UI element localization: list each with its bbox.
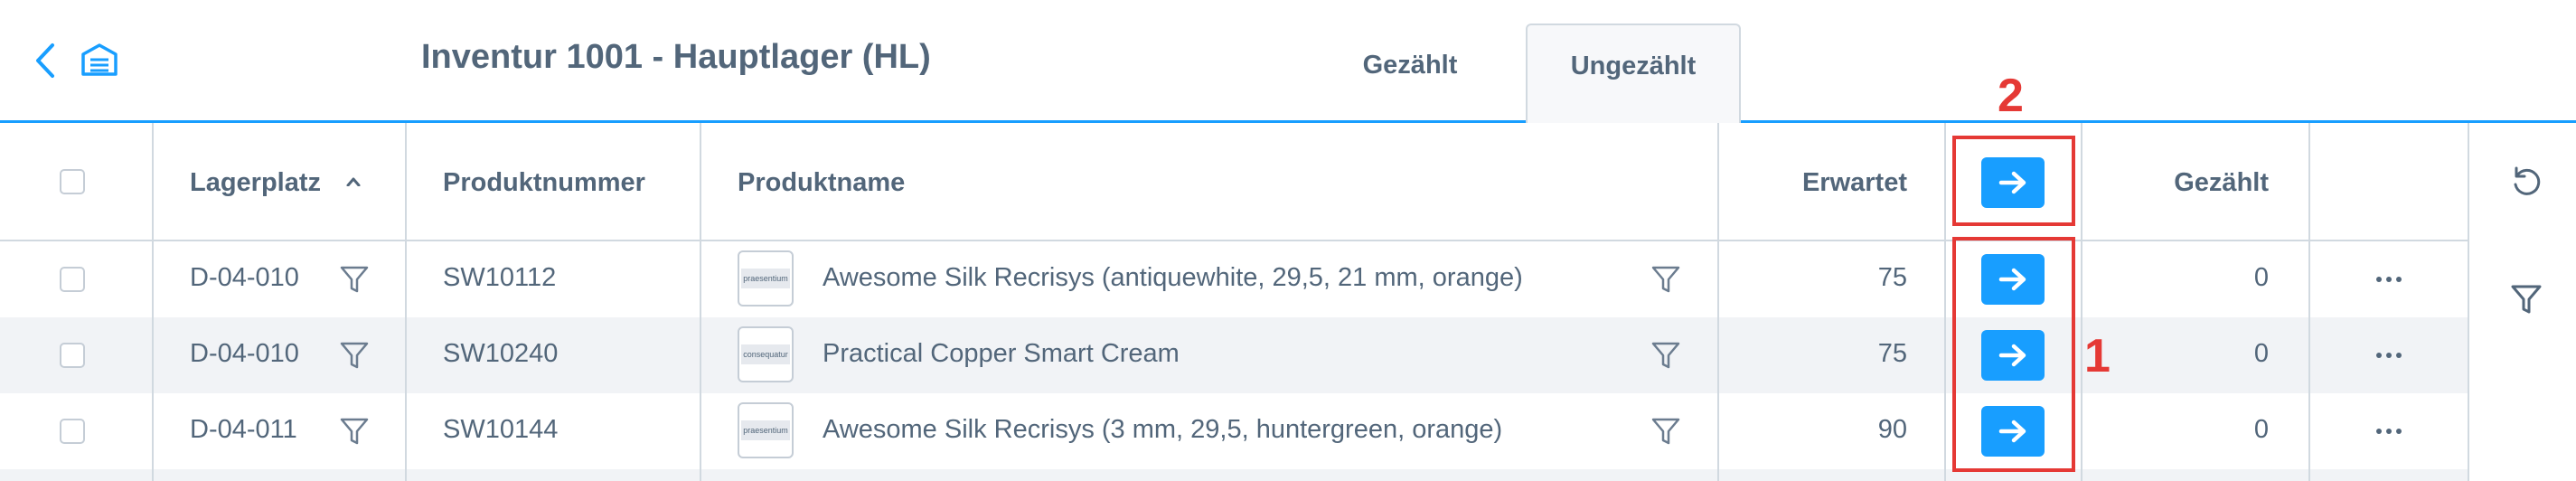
side-actions	[2468, 123, 2576, 481]
page-title: Inventur 1001 - Hauptlager (HL)	[421, 38, 931, 76]
tab-gezaehlt[interactable]: Gezählt	[1320, 24, 1500, 125]
column-divider	[2308, 123, 2310, 481]
column-divider	[2081, 123, 2082, 481]
table-row[interactable]: D-04-011 SW10144 praesentium Awesome Sil…	[0, 393, 2468, 469]
product-thumbnail: consequatur	[738, 326, 794, 382]
counted-cell: 0	[2253, 415, 2269, 444]
more-icon[interactable]	[2375, 352, 2402, 359]
product-number-cell: SW10112	[443, 263, 557, 292]
row-checkbox[interactable]	[60, 267, 85, 292]
warehouse-icon	[81, 43, 118, 76]
filter-icon[interactable]	[1650, 264, 1681, 295]
filter-icon[interactable]	[2509, 282, 2543, 316]
product-thumbnail: praesentium	[738, 250, 794, 307]
annotation-box-row-buttons	[1952, 237, 2075, 472]
expected-cell: 75	[1877, 263, 1907, 292]
column-header-location[interactable]: Lagerplatz	[190, 168, 321, 198]
counted-cell: 0	[2253, 339, 2269, 368]
tab-ungezaehlt[interactable]: Ungezählt	[1526, 24, 1741, 125]
product-thumbnail: praesentium	[738, 402, 794, 458]
table-header: Lagerplatz Produktnummer Produktname Erw…	[0, 123, 2468, 241]
column-header-product-number[interactable]: Produktnummer	[443, 168, 645, 198]
expected-cell: 90	[1877, 415, 1907, 444]
more-icon[interactable]	[2375, 428, 2402, 435]
reset-icon[interactable]	[2509, 165, 2543, 199]
column-divider	[405, 123, 407, 481]
table-row	[0, 469, 2468, 481]
row-checkbox[interactable]	[60, 343, 85, 368]
more-icon[interactable]	[2375, 276, 2402, 283]
column-divider	[152, 123, 154, 481]
counted-cell: 0	[2253, 263, 2269, 292]
annotation-label-2: 2	[1998, 70, 2024, 122]
location-cell: D-04-010	[190, 339, 299, 368]
column-header-product-name[interactable]: Produktname	[738, 168, 905, 198]
product-name-cell: Practical Copper Smart Cream	[823, 339, 1180, 368]
column-divider	[1717, 123, 1719, 481]
location-cell: D-04-010	[190, 263, 299, 292]
product-number-cell: SW10144	[443, 415, 559, 444]
location-cell: D-04-011	[190, 415, 297, 444]
chevron-left-icon[interactable]	[27, 38, 63, 83]
filter-icon[interactable]	[339, 264, 370, 295]
filter-icon[interactable]	[339, 340, 370, 371]
sort-ascending-icon[interactable]	[346, 177, 361, 186]
column-divider	[700, 123, 701, 481]
filter-icon[interactable]	[1650, 340, 1681, 371]
column-divider	[1944, 123, 1946, 481]
product-name-cell: Awesome Silk Recrisys (antiquewhite, 29,…	[823, 263, 1523, 292]
product-number-cell: SW10240	[443, 339, 559, 368]
column-header-expected[interactable]: Erwartet	[1717, 168, 1907, 198]
top-bar: Inventur 1001 - Hauptlager (HL) Gezählt …	[0, 0, 2576, 125]
annotation-box-header-button	[1952, 136, 2075, 226]
column-header-counted[interactable]: Gezählt	[2115, 168, 2269, 198]
expected-cell: 75	[1877, 339, 1907, 368]
filter-icon[interactable]	[1650, 416, 1681, 447]
select-all-checkbox[interactable]	[60, 169, 85, 194]
filter-icon[interactable]	[339, 416, 370, 447]
row-checkbox[interactable]	[60, 419, 85, 444]
annotation-label-1: 1	[2084, 330, 2111, 382]
product-name-cell: Awesome Silk Recrisys (3 mm, 29,5, hunte…	[823, 415, 1503, 444]
table-row[interactable]: D-04-010 SW10112 praesentium Awesome Sil…	[0, 241, 2468, 317]
